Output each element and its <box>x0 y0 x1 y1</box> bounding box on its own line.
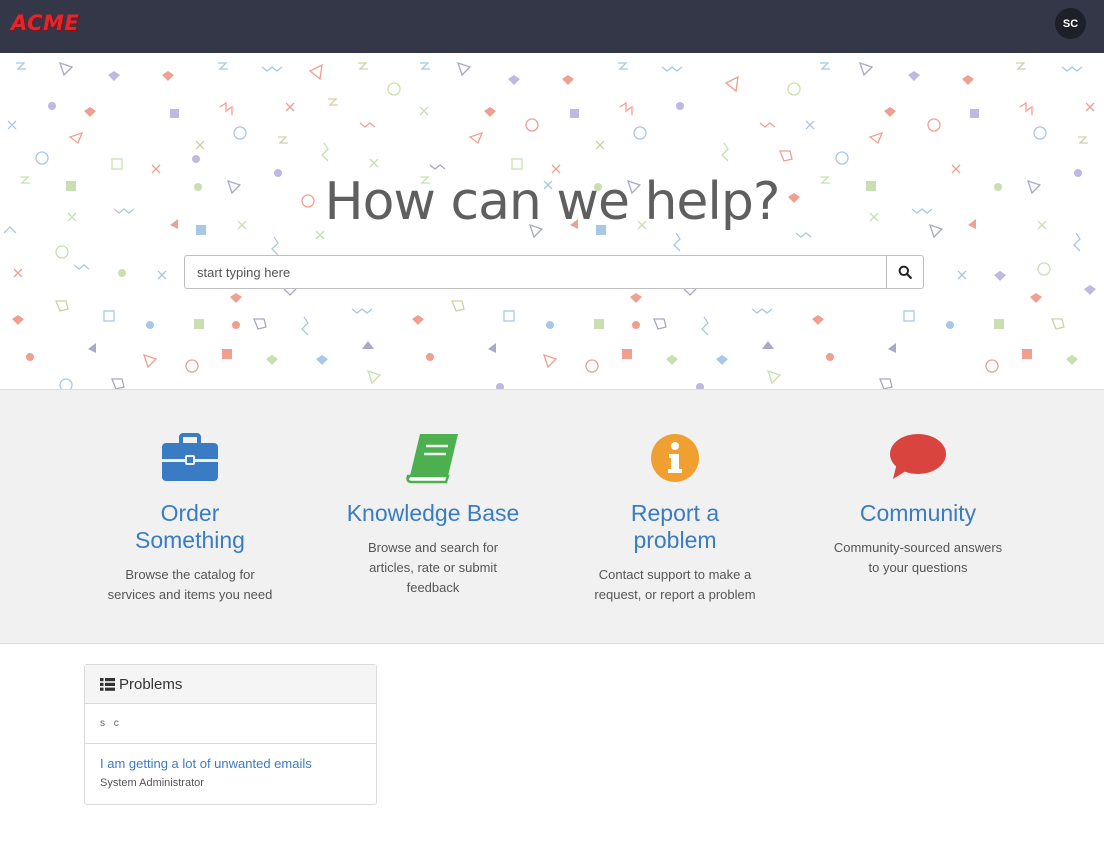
tile-description: Community-sourced answers to your questi… <box>833 540 1003 575</box>
list-item: I am getting a lot of unwanted emails Sy… <box>85 744 376 801</box>
panel-header: Problems <box>85 665 376 704</box>
problem-author: System Administrator <box>100 777 204 789</box>
speech-bubble-icon <box>888 428 948 488</box>
book-icon <box>403 428 463 488</box>
hero-title: How can we help? <box>324 172 781 232</box>
tile-knowledge-base[interactable]: Knowledge Base Browse and search for art… <box>333 390 533 644</box>
problem-link[interactable]: I am getting a lot of unwanted emails <box>100 756 361 771</box>
search-bar <box>184 255 924 289</box>
tile-description: Contact support to make a request, or re… <box>594 567 756 602</box>
tile-community[interactable]: Community Community-sourced answers to y… <box>818 390 1018 644</box>
tile-order-something[interactable]: Order Something Browse the catalog for s… <box>90 390 290 644</box>
info-icon <box>645 428 705 488</box>
tile-description: Browse and search for articles, rate or … <box>367 540 499 595</box>
briefcase-icon <box>160 428 220 488</box>
tile-title: Community <box>859 500 977 526</box>
tile-description: Browse the catalog for services and item… <box>107 567 273 602</box>
hero-section: How can we help? <box>0 53 1104 389</box>
service-tiles: Order Something Browse the catalog for s… <box>0 389 1104 644</box>
tile-title: Order Something <box>135 500 245 553</box>
acme-logo[interactable]: ACME <box>11 11 79 35</box>
list-icon <box>100 677 115 691</box>
search-icon <box>898 265 912 279</box>
tile-title: Report a problem <box>630 500 720 553</box>
panel-title: Problems <box>119 675 183 693</box>
top-navbar: ACME SC <box>0 0 1104 53</box>
problems-panel: Problems s c I am getting a lot of unwan… <box>84 664 377 805</box>
search-input[interactable] <box>184 255 886 289</box>
user-avatar[interactable]: SC <box>1055 8 1086 39</box>
tile-title: Knowledge Base <box>346 500 520 526</box>
tile-report-a-problem[interactable]: Report a problem Contact support to make… <box>575 390 775 644</box>
panel-subheader: s c <box>85 704 376 744</box>
search-button[interactable] <box>886 255 924 289</box>
